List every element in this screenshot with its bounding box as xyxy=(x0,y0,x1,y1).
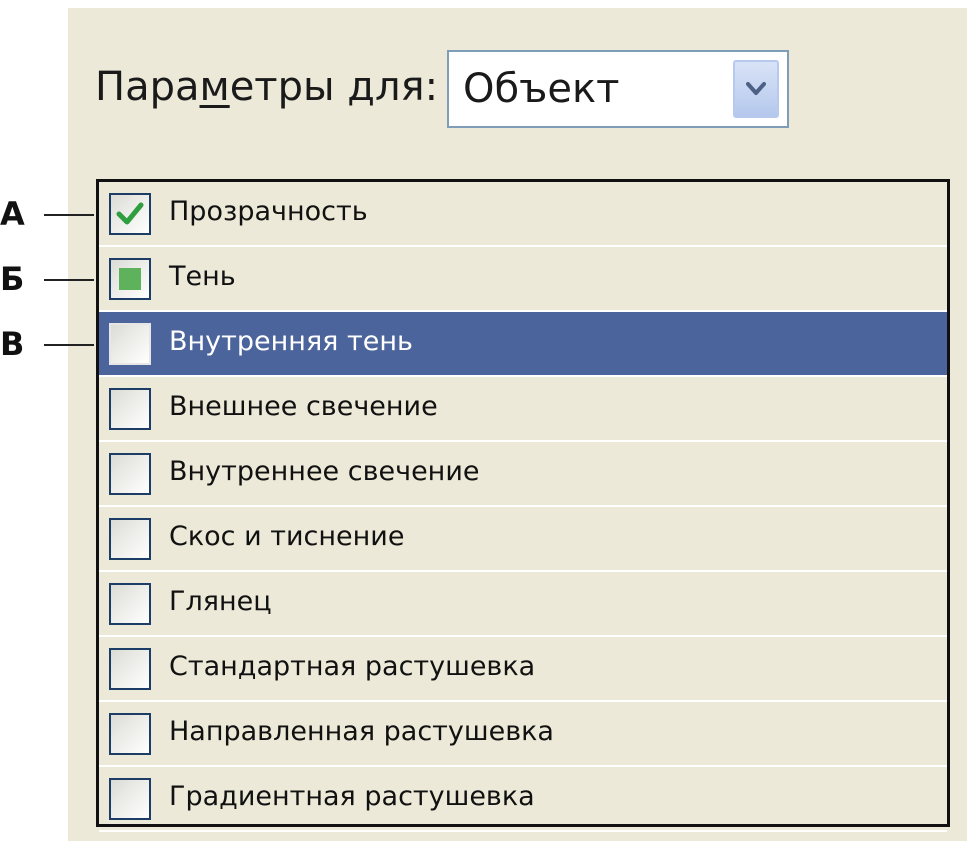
list-item[interactable]: Скос и тиснение xyxy=(99,507,947,572)
checkmark-icon xyxy=(116,202,144,225)
effect-checkbox[interactable] xyxy=(109,713,151,755)
effect-label: Градиентная растушевка xyxy=(169,781,535,812)
effect-checkbox[interactable] xyxy=(109,388,151,430)
list-item[interactable]: Внутреннее свечение xyxy=(99,442,947,507)
list-item[interactable]: Глянец xyxy=(99,572,947,637)
settings-for-value: Объект xyxy=(463,66,620,112)
dropdown-button[interactable] xyxy=(733,60,779,118)
effect-label: Глянец xyxy=(169,586,272,617)
list-item[interactable]: Внутренняя тень xyxy=(99,312,947,377)
callout-letter: В xyxy=(0,324,25,363)
settings-for-label-mnemonic: м xyxy=(199,64,230,110)
settings-for-select[interactable]: Объект xyxy=(447,50,789,128)
effect-checkbox[interactable] xyxy=(109,583,151,625)
effect-label: Внутреннее свечение xyxy=(169,456,480,487)
chevron-down-icon xyxy=(746,82,766,95)
settings-for-label-part2: етры для: xyxy=(229,64,439,110)
effect-checkbox[interactable] xyxy=(109,648,151,690)
callout-line xyxy=(44,278,94,281)
effect-checkbox[interactable] xyxy=(109,453,151,495)
list-item[interactable]: Градиентная растушевка xyxy=(99,767,947,832)
callout-line xyxy=(44,213,94,216)
effect-label: Прозрачность xyxy=(169,196,368,227)
callout-letter: А xyxy=(0,194,25,233)
effect-checkbox[interactable] xyxy=(109,258,151,300)
effect-checkbox[interactable] xyxy=(109,193,151,235)
effect-label: Скос и тиснение xyxy=(169,521,405,552)
partial-state-indicator xyxy=(119,268,141,290)
settings-for-label: Параметры для: xyxy=(95,64,438,110)
effect-checkbox[interactable] xyxy=(109,518,151,560)
list-item[interactable]: Внешнее свечение xyxy=(99,377,947,442)
effect-label: Внутренняя тень xyxy=(169,326,413,357)
effect-checkbox[interactable] xyxy=(109,778,151,820)
list-item[interactable]: Прозрачность xyxy=(99,182,947,247)
effect-checkbox[interactable] xyxy=(109,323,151,365)
settings-for-label-part1: Пара xyxy=(95,64,200,110)
effect-label: Тень xyxy=(169,261,236,292)
callout-letter: Б xyxy=(0,259,25,298)
effects-list[interactable]: Прозрачность Тень Внутренняя тень Внешнее с… xyxy=(96,179,950,832)
effect-label: Внешнее свечение xyxy=(169,391,438,422)
effect-label: Стандартная растушевка xyxy=(169,651,536,682)
effect-label: Направленная растушевка xyxy=(169,716,554,747)
list-item[interactable]: Тень xyxy=(99,247,947,312)
callout-line xyxy=(44,343,94,346)
list-item[interactable]: Направленная растушевка xyxy=(99,702,947,767)
list-item[interactable]: Стандартная растушевка xyxy=(99,637,947,702)
